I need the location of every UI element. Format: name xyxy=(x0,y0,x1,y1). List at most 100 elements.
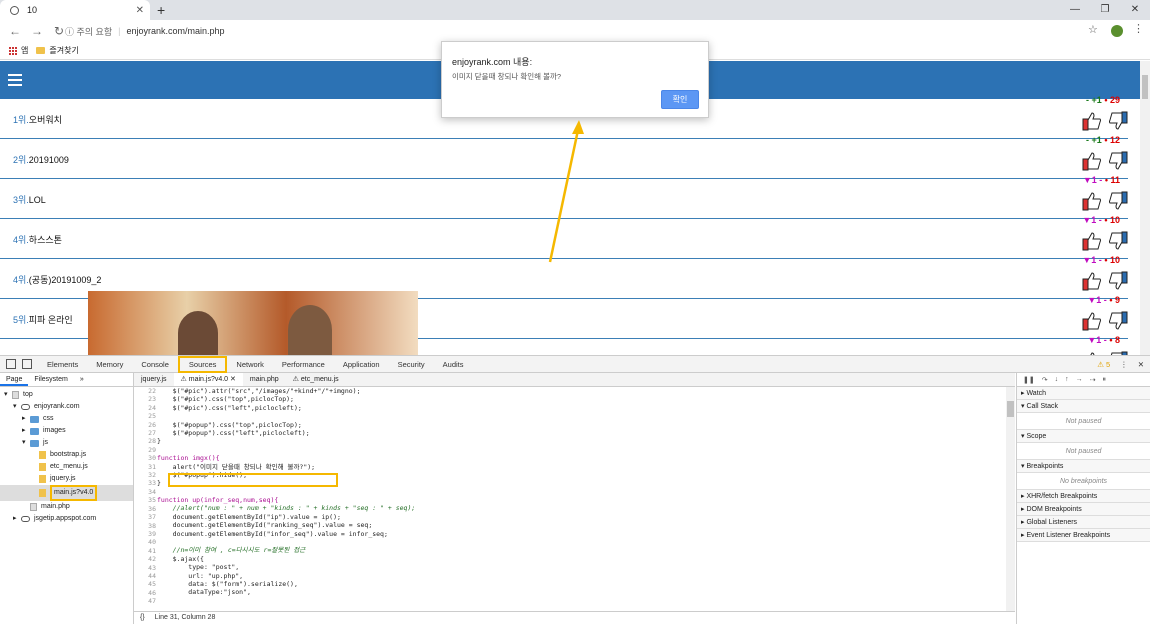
tree-arrow-icon[interactable]: ▾ xyxy=(4,389,12,401)
code-line[interactable]: } xyxy=(157,437,415,445)
profile-avatar[interactable] xyxy=(1111,25,1123,37)
code-line[interactable] xyxy=(157,488,415,496)
code-line[interactable] xyxy=(157,597,415,605)
code-line[interactable]: type: "post", xyxy=(157,563,415,571)
line-number[interactable]: 42 xyxy=(134,555,156,563)
security-warning[interactable]: ⓘ 주의 요함 xyxy=(65,25,112,38)
alert-ok-button[interactable]: 확인 xyxy=(661,90,699,109)
ranking-label[interactable]: 1위.오버워치 xyxy=(13,113,62,126)
forward-icon[interactable]: → xyxy=(30,24,44,38)
code-line[interactable]: document.getElementById("ip").value = ip… xyxy=(157,513,415,521)
ranking-label[interactable]: 5위.피파 온라인 xyxy=(13,313,73,326)
source-code[interactable]: $("#pic").attr("src","/images/"+kind+"/"… xyxy=(157,387,415,605)
pause-icon[interactable]: ❚❚ xyxy=(1023,376,1035,384)
tree-arrow-icon[interactable]: ▾ xyxy=(13,401,21,413)
apps-bookmark[interactable]: 앱 xyxy=(8,45,28,56)
line-number[interactable]: 26 xyxy=(134,421,156,429)
line-number[interactable]: 32 xyxy=(134,471,156,479)
devtools-tab-console[interactable]: Console xyxy=(132,356,178,373)
url-text[interactable]: enjoyrank.com/main.php xyxy=(126,26,224,36)
tree-item[interactable]: jquery.js xyxy=(0,473,133,485)
thumbs-up-icon[interactable] xyxy=(1082,191,1102,211)
line-number[interactable]: 23 xyxy=(134,395,156,403)
line-number[interactable]: 36 xyxy=(134,505,156,513)
editor-tab[interactable]: ⚠ etc_menu.js xyxy=(286,373,346,386)
line-number[interactable]: 29 xyxy=(134,446,156,454)
line-number[interactable]: 28 xyxy=(134,437,156,445)
tree-arrow-icon[interactable]: ▸ xyxy=(13,513,21,525)
thumbs-down-icon[interactable] xyxy=(1108,271,1128,291)
line-number[interactable]: 22 xyxy=(134,387,156,395)
devtools-tab-sources[interactable]: Sources xyxy=(177,355,228,373)
ranking-label[interactable]: 4위.하스스톤 xyxy=(13,233,62,246)
debugger-section-header[interactable]: ▸ Event Listener Breakpoints xyxy=(1017,529,1150,542)
tree-arrow-icon[interactable]: ▾ xyxy=(22,437,30,449)
step-out-icon[interactable]: ↑ xyxy=(1065,376,1069,383)
new-tab-button[interactable]: + xyxy=(157,2,165,18)
debugger-section-header[interactable]: ▸ XHR/fetch Breakpoints xyxy=(1017,490,1150,503)
thumbs-up-icon[interactable] xyxy=(1082,311,1102,331)
line-number[interactable]: 35 xyxy=(134,496,156,504)
line-number[interactable]: 33 xyxy=(134,479,156,487)
code-line[interactable]: document.getElementById("ranking_seq").v… xyxy=(157,521,415,529)
editor-scrollbar[interactable] xyxy=(1006,387,1015,611)
code-line[interactable]: $.ajax({ xyxy=(157,555,415,563)
address-bar[interactable]: ⓘ 주의 요함 | enjoyrank.com/main.php xyxy=(65,22,1105,40)
line-number[interactable]: 41 xyxy=(134,547,156,555)
close-devtools-icon[interactable]: ✕ xyxy=(1138,356,1144,373)
tree-item[interactable]: ▸ jsgetip.appspot.com xyxy=(0,513,133,525)
thumbs-down-icon[interactable] xyxy=(1108,191,1128,211)
thumbs-up-icon[interactable] xyxy=(1082,151,1102,171)
tree-item[interactable]: bootstrap.js xyxy=(0,449,133,461)
minimize-icon[interactable]: — xyxy=(1060,0,1090,20)
settings-icon[interactable]: ⋮ xyxy=(1120,356,1128,373)
line-number[interactable]: 30 xyxy=(134,454,156,462)
code-line[interactable] xyxy=(157,538,415,546)
line-number[interactable]: 39 xyxy=(134,530,156,538)
devtools-tab-audits[interactable]: Audits xyxy=(434,356,473,373)
code-line[interactable] xyxy=(157,412,415,420)
thumbs-up-icon[interactable] xyxy=(1082,111,1102,131)
tree-item[interactable]: ▸ images xyxy=(0,425,133,437)
line-number[interactable]: 45 xyxy=(134,580,156,588)
line-number[interactable]: 31 xyxy=(134,463,156,471)
device-toolbar-icon[interactable] xyxy=(22,359,32,369)
step-into-icon[interactable]: ↓ xyxy=(1055,376,1059,383)
debugger-section-header[interactable]: ▾ Scope xyxy=(1017,430,1150,443)
code-line[interactable]: $("#popup").css("top",piclocTop); xyxy=(157,421,415,429)
thumbs-down-icon[interactable] xyxy=(1108,151,1128,171)
code-line[interactable]: $("#popup").css("left",piclocleft); xyxy=(157,429,415,437)
thumbs-down-icon[interactable] xyxy=(1108,311,1128,331)
debugger-section-header[interactable]: ▸ DOM Breakpoints xyxy=(1017,503,1150,516)
devtools-tab-application[interactable]: Application xyxy=(334,356,389,373)
line-number[interactable]: 27 xyxy=(134,429,156,437)
devtools-tab-performance[interactable]: Performance xyxy=(273,356,334,373)
editor-tab[interactable]: main.php xyxy=(243,373,286,386)
page-scrollbar[interactable] xyxy=(1140,61,1150,355)
navigator-tab[interactable]: » xyxy=(74,373,90,386)
tree-item[interactable]: etc_menu.js xyxy=(0,461,133,473)
debugger-section-header[interactable]: ▸ Global Listeners xyxy=(1017,516,1150,529)
warning-count[interactable]: ⚠ 5 xyxy=(1097,356,1110,373)
ranking-label[interactable]: 3위.LOL xyxy=(13,193,46,206)
deactivate-breakpoints-icon[interactable]: ⇢ xyxy=(1090,376,1096,384)
code-line[interactable]: //n=이미 참여 , c=다시시도 r=잘못된 접근 xyxy=(157,546,415,554)
pretty-print-icon[interactable]: {} xyxy=(140,614,145,621)
line-number[interactable]: 38 xyxy=(134,522,156,530)
line-number[interactable]: 43 xyxy=(134,564,156,572)
favorites-bookmark[interactable]: 즐겨찾기 xyxy=(36,45,79,56)
line-number[interactable]: 25 xyxy=(134,412,156,420)
close-tab-icon[interactable]: ✕ xyxy=(136,5,144,16)
ranking-label[interactable]: 2위.20191009 xyxy=(13,153,69,166)
code-line[interactable]: dataType:"json", xyxy=(157,588,415,596)
code-area[interactable]: 22 23 24 25 26 27 28 29 30 31 32 33 34 35 36 37 38 39 40 41… xyxy=(134,387,1015,611)
bookmark-star-icon[interactable]: ☆ xyxy=(1088,23,1098,36)
code-line[interactable]: //alert("num : " + num + "kinds : " + ki… xyxy=(157,504,416,512)
thumbs-up-icon[interactable] xyxy=(1082,231,1102,251)
navigator-tab[interactable]: Filesystem xyxy=(28,373,73,386)
code-line[interactable]: document.getElementById("infor_seq").val… xyxy=(157,530,415,538)
step-icon[interactable]: → xyxy=(1076,376,1083,383)
reload-icon[interactable]: ↻ xyxy=(52,24,66,38)
tree-item[interactable]: ▾ top xyxy=(0,389,133,401)
inspect-icon[interactable] xyxy=(6,359,16,369)
